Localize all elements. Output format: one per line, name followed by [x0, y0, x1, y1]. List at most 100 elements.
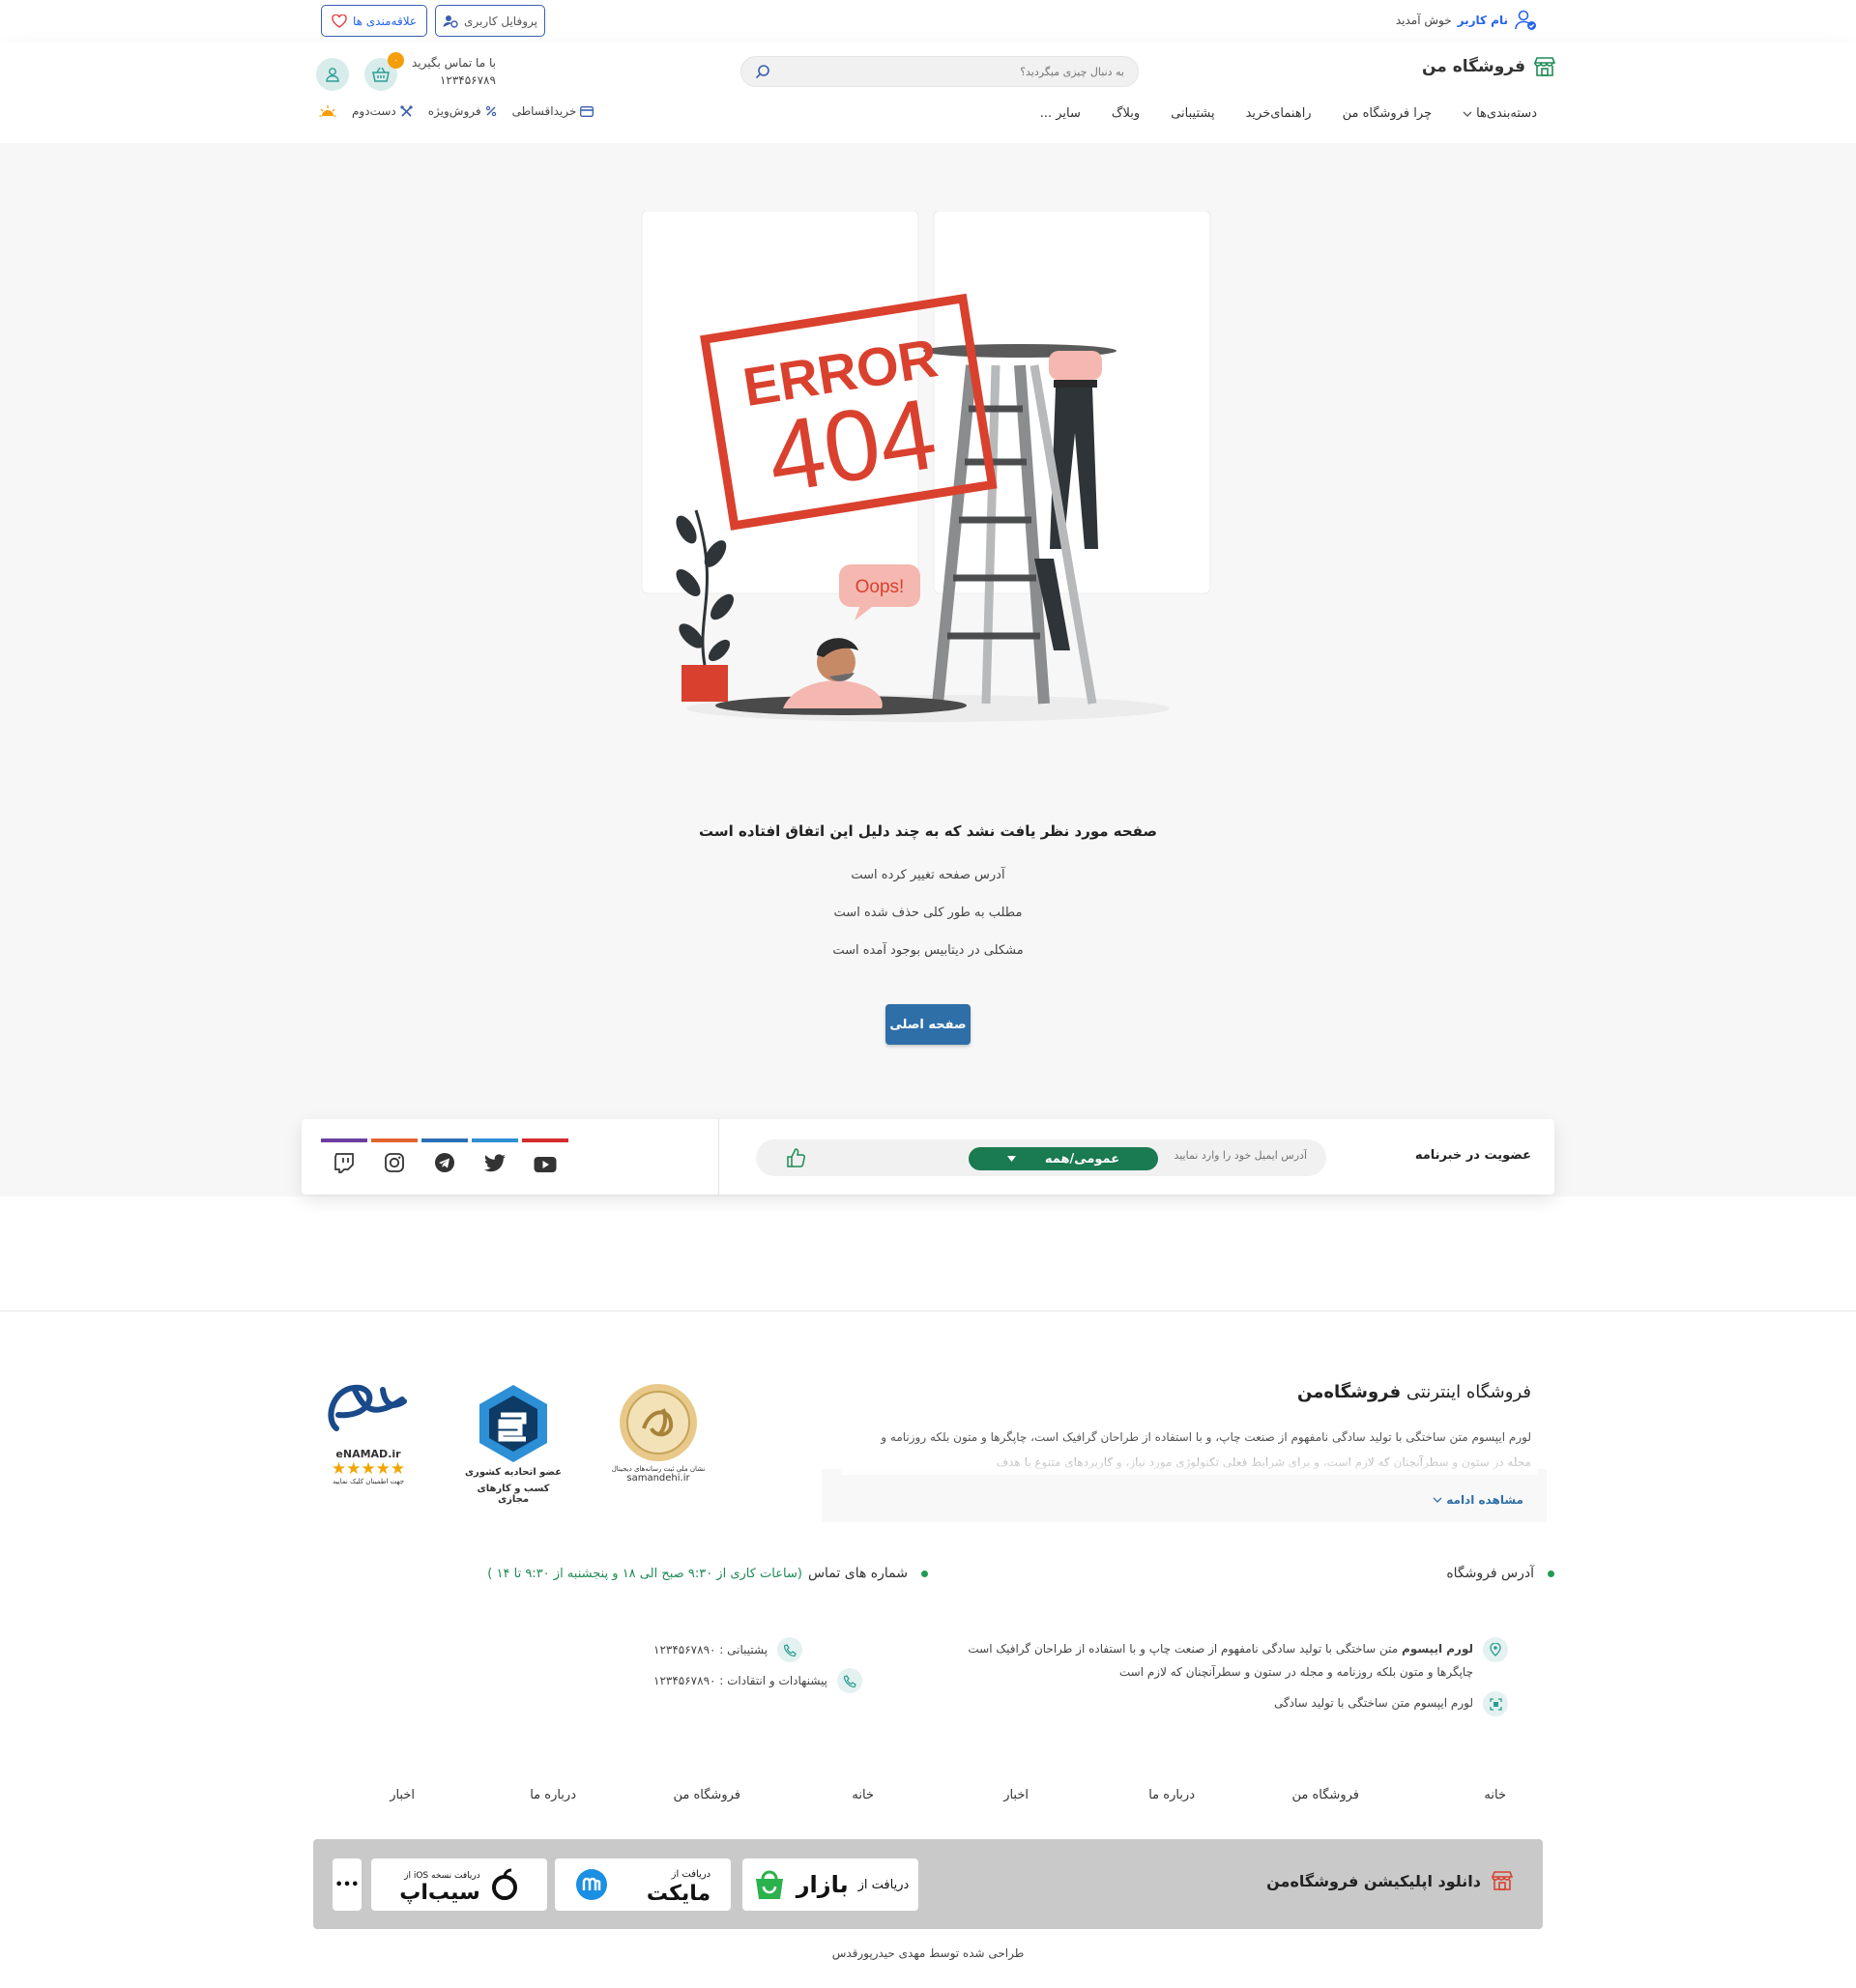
search-input[interactable]: [770, 65, 1124, 78]
social-instagram[interactable]: [371, 1138, 418, 1173]
support-phone[interactable]: پشتیبانی : ۱۲۳۴۵۶۷۸۹۰: [653, 1643, 768, 1657]
favorites-label: علاقه‌مندی ها: [352, 14, 418, 28]
store-icon: [1533, 56, 1556, 77]
samandehi-sub: نشان ملی ثبت رسانه‌های دیجیتال: [611, 1465, 706, 1473]
footer-link-home[interactable]: خانه: [852, 1788, 874, 1802]
phone-icon: [837, 1668, 862, 1693]
feedback-phone[interactable]: پیشنهادات و انتقادات : ۱۲۳۴۵۶۷۸۹۰: [653, 1674, 827, 1687]
scan-icon: [1483, 1691, 1508, 1716]
footer-link-my-store[interactable]: فروشگاه من: [673, 1788, 740, 1802]
sibapp-store-button[interactable]: دریافت نسخه iOS از سیب‌اپ: [371, 1858, 547, 1911]
welcome-message: نام کاربر خوش آمدید: [1396, 10, 1537, 31]
subnav-secondhand-label: دست‌دوم: [352, 104, 396, 118]
rating-stars-icon: ★★★★★: [331, 1459, 406, 1479]
newsletter-title: عضویت در خبرنامه: [1414, 1148, 1531, 1163]
error-title: صفحه مورد نظر یافت نشد که به چند دلیل ای…: [699, 822, 1157, 840]
footer-link-news[interactable]: اخبار: [390, 1788, 415, 1802]
youtube-icon: [534, 1156, 557, 1173]
newsletter-submit-button[interactable]: [785, 1147, 806, 1168]
support-phone-row: پشتیبانی : ۱۲۳۴۵۶۷۸۹۰: [653, 1637, 803, 1662]
footer-link-news[interactable]: اخبار: [1003, 1788, 1029, 1802]
nav-blog[interactable]: وبلاگ: [1112, 106, 1140, 121]
footer-link-home[interactable]: خانه: [1484, 1788, 1506, 1802]
social-twitter[interactable]: [472, 1138, 518, 1173]
nav-more[interactable]: سایر ...: [1040, 106, 1081, 121]
heart-icon: [332, 14, 347, 28]
address-title: آدرس فروشگاه: [1446, 1566, 1534, 1581]
bazaar-bag-icon: [752, 1867, 787, 1902]
newsletter-divider: [718, 1119, 719, 1195]
myket-text: دریافت از مایکت: [646, 1865, 711, 1906]
sub-nav: دست‌دوم فروش‌ویژه خریداقساطی: [319, 104, 594, 118]
contact-phone[interactable]: ۱۲۳۴۵۶۷۸۹: [412, 72, 496, 89]
samandehi-badge[interactable]: نشان ملی ثبت رسانه‌های دیجیتال samandehi…: [605, 1380, 711, 1496]
footer-title-brand: فروشگاه‌من: [1297, 1382, 1402, 1402]
samandehi-caption: samandehi.ir: [626, 1473, 690, 1484]
nav-why-us[interactable]: چرا فروشگاه من: [1343, 106, 1432, 121]
trust-badges: eNAMAD.ir ★★★★★ جهت اطمینان کلیک نمایید …: [315, 1380, 711, 1505]
newsletter-category-select[interactable]: عمومی/همه: [969, 1147, 1158, 1170]
newsletter-category-value: عمومی/همه: [1044, 1151, 1120, 1167]
basket-icon: [372, 67, 390, 82]
read-more-link[interactable]: مشاهده ادامه: [1433, 1493, 1523, 1507]
thumbs-up-icon: [785, 1147, 806, 1168]
more-stores-button[interactable]: •••: [333, 1858, 362, 1911]
chevron-down-icon: [1433, 1496, 1442, 1504]
designer-credit: طراحی شده توسط مهدی حیدرپورقدس: [831, 1946, 1025, 1960]
social-twitch[interactable]: [321, 1138, 367, 1173]
instagram-icon: [384, 1152, 405, 1173]
error-reason-item: مشکلی در دیتابیس بوجود آمده است: [832, 943, 1024, 958]
welcome-username[interactable]: نام کاربر: [1458, 14, 1508, 27]
store-icon: [1491, 1870, 1514, 1891]
account-button[interactable]: [316, 58, 349, 91]
profile-button[interactable]: پروفایل کاربری: [435, 5, 545, 37]
newsletter-bar: عضویت در خبرنامه عمومی/همه: [302, 1119, 1554, 1195]
footer-title: فروشگاه اینترنتی فروشگاه‌من: [1297, 1382, 1531, 1402]
sun-icon: [319, 104, 336, 118]
bazaar-store-button[interactable]: دریافت از بازار: [742, 1858, 918, 1911]
phones-hours: (ساعات کاری از ۹:۳۰ صبح الی ۱۸ و پنجشنبه…: [487, 1566, 802, 1581]
caret-down-icon: [1006, 1156, 1016, 1162]
bazaar-prefix: دریافت از: [857, 1877, 910, 1892]
nav-categories[interactable]: دسته‌بندی‌ها: [1463, 106, 1537, 121]
footer-link-about[interactable]: درباره ما: [1148, 1788, 1195, 1802]
error-reason-item: آدرس صفحه تغییر کرده است: [851, 868, 1005, 882]
address-line: لورم ایپسوم متن ساختگی با تولید سادگی نا…: [967, 1637, 1508, 1684]
social-youtube[interactable]: [522, 1138, 568, 1173]
social-telegram[interactable]: [421, 1138, 468, 1173]
feedback-phone-row: پیشنهادات و انتقادات : ۱۲۳۴۵۶۷۸۹۰: [653, 1668, 862, 1693]
favorites-button[interactable]: علاقه‌مندی ها: [321, 5, 427, 37]
cart-button[interactable]: ۰: [364, 52, 404, 91]
myket-name: مایکت: [646, 1882, 711, 1906]
error-page-section: ERROR 404 Oops! صفحه مورد نظر یافت نشد ک…: [0, 143, 1856, 1196]
tools-icon: [400, 104, 413, 118]
address-heading: آدرس فروشگاه: [1446, 1566, 1554, 1581]
nav-buying-guide[interactable]: راهنمای‌خرید: [1246, 106, 1312, 121]
contact-info: با ما تماس بگیرید ۱۲۳۴۵۶۷۸۹: [412, 54, 496, 89]
nav-support[interactable]: پشتیبانی: [1171, 106, 1214, 121]
enamad-badge[interactable]: eNAMAD.ir ★★★★★ جهت اطمینان کلیک نمایید: [315, 1380, 421, 1496]
search-bar: [740, 56, 1139, 87]
home-page-button[interactable]: صفحه اصلی: [885, 1004, 971, 1045]
twitch-icon: [334, 1152, 355, 1173]
header: فروشگاه من با ما تماس بگیرید ۱۲۳۴۵۶۷۸۹ ۰…: [0, 43, 1856, 143]
sibapp-apple-icon: [490, 1868, 519, 1901]
user-icon: [325, 67, 340, 82]
footer-link-my-store[interactable]: فروشگاه من: [1291, 1788, 1359, 1802]
cart-count-badge: ۰: [388, 52, 404, 69]
phone-icon: [777, 1637, 803, 1662]
union-badge[interactable]: عضو اتحادیه کشوری کسب و کارهای مجازی: [460, 1380, 566, 1505]
site-logo[interactable]: فروشگاه من: [1422, 56, 1556, 77]
address-body: متن ساختگی با تولید سادگی نامفهوم از صنع…: [968, 1642, 1473, 1679]
subnav-secondhand[interactable]: دست‌دوم: [352, 104, 413, 118]
main-nav: دسته‌بندی‌ها چرا فروشگاه من راهنمای‌خرید…: [1040, 106, 1537, 121]
user-settings-icon: [443, 14, 458, 28]
subnav-installments[interactable]: خریداقساطی: [512, 104, 594, 118]
telegram-icon: [434, 1152, 455, 1173]
myket-store-button[interactable]: دریافت از مایکت: [555, 1858, 731, 1911]
search-icon[interactable]: [755, 64, 770, 79]
subnav-special-sale[interactable]: فروش‌ویژه: [428, 104, 497, 118]
app-download-title: دانلود اپلیکیشن فروشگاه‌من: [1266, 1870, 1514, 1891]
sibapp-name: سیب‌اپ: [399, 1881, 480, 1905]
footer-link-about[interactable]: درباره ما: [530, 1788, 576, 1802]
